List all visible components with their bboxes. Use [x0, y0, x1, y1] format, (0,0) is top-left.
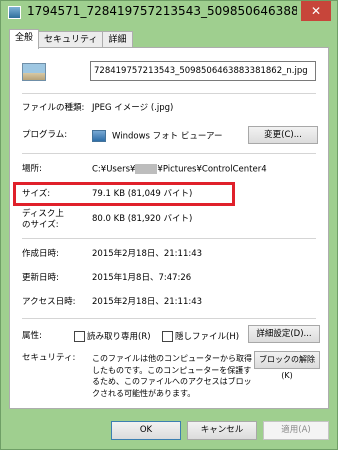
security-label: セキュリティ:	[22, 353, 76, 363]
divider	[22, 153, 316, 154]
advanced-button[interactable]: 詳細設定(D)...	[248, 325, 320, 343]
created-value: 2015年2月18日、21:11:43	[92, 249, 203, 259]
tab-strip: 全般 セキュリティ 詳細	[9, 29, 133, 49]
location-suffix: ¥Pictures¥ControlCenter4	[157, 164, 267, 175]
size-label: サイズ:	[22, 189, 51, 199]
program-label: プログラム:	[22, 130, 68, 140]
hidden-label: 隠しファイル(H)	[175, 332, 240, 342]
filename-input[interactable]: 728419757213543_5098506463883381862_n.jp…	[90, 61, 316, 81]
hidden-checkbox-box[interactable]	[162, 331, 173, 342]
location-label: 場所:	[22, 164, 42, 174]
apply-button[interactable]: 適用(A)	[263, 421, 329, 440]
tab-details[interactable]: 詳細	[102, 31, 133, 48]
attributes-label: 属性:	[22, 331, 42, 341]
title-bar[interactable]: 1794571_728419757213543_5098506463883...…	[1, 1, 337, 25]
file-type-value: JPEG イメージ (.jpg)	[92, 103, 174, 113]
security-message: このファイルは他のコンピューターから取得したものです。このコンピューターを保護す…	[92, 354, 252, 398]
readonly-label: 読み取り専用(R)	[87, 332, 151, 342]
properties-window: 1794571_728419757213543_5098506463883...…	[0, 0, 338, 450]
disk-size-label-line1: ディスク上	[22, 209, 64, 219]
modified-label: 更新日時:	[22, 273, 59, 283]
divider	[22, 238, 316, 239]
hidden-checkbox[interactable]: 隠しファイル(H)	[162, 330, 239, 342]
program-name: Windows フォト ビューアー	[112, 131, 223, 142]
readonly-checkbox-box[interactable]	[74, 331, 85, 342]
created-label: 作成日時:	[22, 249, 59, 259]
close-button[interactable]: ✕	[301, 1, 331, 21]
cancel-button[interactable]: キャンセル	[187, 421, 257, 440]
disk-size-value: 80.0 KB (81,920 バイト)	[92, 214, 193, 224]
size-value: 79.1 KB (81,049 バイト)	[92, 189, 193, 199]
window-title: 1794571_728419757213543_5098506463883...	[27, 4, 297, 18]
disk-size-label-line2: のサイズ:	[22, 220, 59, 230]
readonly-checkbox[interactable]: 読み取り専用(R)	[74, 330, 151, 342]
redacted-username	[135, 164, 158, 174]
image-file-icon	[8, 6, 21, 19]
unblock-button[interactable]: ブロックの解除(K)	[254, 351, 320, 380]
divider	[22, 93, 316, 94]
program-value: Windows フォト ビューアー	[92, 130, 223, 143]
change-program-button[interactable]: 変更(C)...	[248, 126, 318, 144]
ok-button[interactable]: OK	[111, 421, 181, 440]
file-type-label: ファイルの種類:	[22, 103, 85, 113]
image-thumbnail-icon	[22, 63, 46, 81]
modified-value: 2015年1月8日、7:47:26	[92, 273, 192, 283]
location-prefix: C:¥Users¥	[92, 164, 136, 175]
accessed-value: 2015年2月18日、21:11:43	[92, 297, 203, 307]
tab-security[interactable]: セキュリティ	[38, 31, 104, 48]
tab-general[interactable]: 全般	[9, 29, 40, 49]
photo-viewer-icon	[92, 130, 106, 142]
divider	[22, 318, 316, 319]
general-panel: 728419757213543_5098506463883381862_n.jp…	[9, 47, 329, 409]
accessed-label: アクセス日時:	[22, 297, 76, 307]
location-value: C:¥Users¥ ¥Pictures¥ControlCenter4	[92, 164, 267, 176]
